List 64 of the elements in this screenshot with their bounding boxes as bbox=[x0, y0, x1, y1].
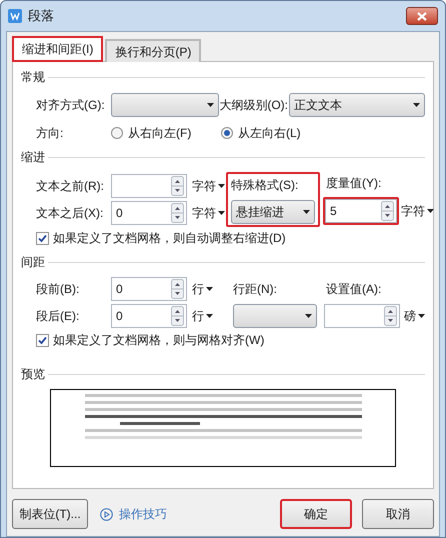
spin-field[interactable]: 5 bbox=[325, 199, 397, 223]
caret-icon bbox=[418, 314, 425, 318]
tab[interactable]: 缩进和间距(I) bbox=[12, 36, 104, 62]
spin-field[interactable]: 0 bbox=[111, 304, 187, 328]
spinner-icon bbox=[381, 201, 394, 221]
unit-dropdown[interactable]: 字符 bbox=[192, 177, 226, 195]
dialog-button[interactable]: 确定 bbox=[280, 499, 352, 529]
window-title: 段落 bbox=[28, 7, 55, 26]
caret-icon bbox=[413, 103, 420, 107]
unit-dropdown[interactable]: 磅 bbox=[404, 307, 425, 325]
section-heading: 间距 bbox=[21, 254, 45, 271]
dialog-button[interactable]: 制表位(T)... bbox=[12, 499, 88, 529]
caret-icon bbox=[303, 210, 310, 214]
field-label: 段前(B): bbox=[36, 281, 80, 298]
field-label: 方向: bbox=[36, 125, 64, 142]
radio-option[interactable]: 从右向左(F) bbox=[111, 124, 221, 142]
radio-option[interactable]: 从左向右(L) bbox=[221, 124, 331, 142]
caret-icon bbox=[218, 184, 225, 188]
section-heading: 常规 bbox=[21, 69, 45, 86]
unit-dropdown[interactable]: 行 bbox=[192, 280, 226, 298]
checkbox[interactable] bbox=[36, 334, 49, 346]
app-icon bbox=[8, 9, 22, 23]
spin-field[interactable]: 0 bbox=[111, 277, 187, 301]
field-label: 设置值(A): bbox=[326, 281, 382, 298]
caret-icon bbox=[427, 209, 434, 213]
caret-icon bbox=[207, 103, 214, 107]
unit-dropdown[interactable]: 字符 bbox=[192, 204, 226, 222]
checkbox-label: 如果定义了文档网格，则与网格对齐(W) bbox=[53, 332, 264, 349]
spinner-icon bbox=[171, 176, 184, 196]
section-heading: 缩进 bbox=[21, 149, 45, 166]
close-button[interactable] bbox=[406, 7, 438, 25]
unit-dropdown[interactable]: 行 bbox=[192, 307, 226, 325]
unit-dropdown[interactable]: 字符 bbox=[401, 202, 434, 220]
dropdown[interactable] bbox=[111, 93, 219, 117]
field-label: 特殊格式(S): bbox=[231, 177, 298, 194]
field-label: 文本之前(R): bbox=[36, 178, 105, 195]
checkbox-label: 如果定义了文档网格，则自动调整右缩进(D) bbox=[53, 230, 286, 247]
close-icon bbox=[417, 12, 427, 20]
dropdown[interactable]: 悬挂缩进 bbox=[231, 200, 315, 224]
spinner-icon bbox=[171, 203, 184, 223]
field-label: 文本之后(X): bbox=[36, 205, 104, 222]
caret-icon bbox=[206, 314, 213, 318]
tips-link[interactable]: 操作技巧 bbox=[100, 505, 167, 523]
spin-field[interactable] bbox=[324, 304, 400, 328]
field-label: 行距(N): bbox=[233, 281, 278, 298]
dialog-button[interactable]: 取消 bbox=[362, 499, 434, 529]
caret-icon bbox=[304, 314, 312, 318]
tab[interactable]: 换行和分页(P) bbox=[105, 39, 202, 62]
dropdown[interactable] bbox=[232, 304, 316, 328]
caret-icon bbox=[218, 211, 225, 215]
field-label: 段后(E): bbox=[36, 308, 80, 325]
play-icon bbox=[100, 508, 113, 520]
spinner-icon bbox=[171, 306, 184, 326]
field-label: 对齐方式(G): bbox=[36, 97, 106, 114]
spinner-icon bbox=[384, 306, 398, 326]
spinner-icon bbox=[171, 279, 184, 299]
caret-icon bbox=[206, 287, 213, 291]
checkbox[interactable] bbox=[36, 232, 49, 244]
field-label: 大纲级别(O): bbox=[219, 97, 288, 114]
dropdown[interactable]: 正文文本 bbox=[289, 93, 425, 117]
field-label: 度量值(Y): bbox=[326, 175, 382, 192]
spin-field[interactable]: 0 bbox=[111, 201, 187, 225]
spin-field[interactable] bbox=[111, 174, 187, 198]
section-heading: 预览 bbox=[21, 366, 45, 383]
